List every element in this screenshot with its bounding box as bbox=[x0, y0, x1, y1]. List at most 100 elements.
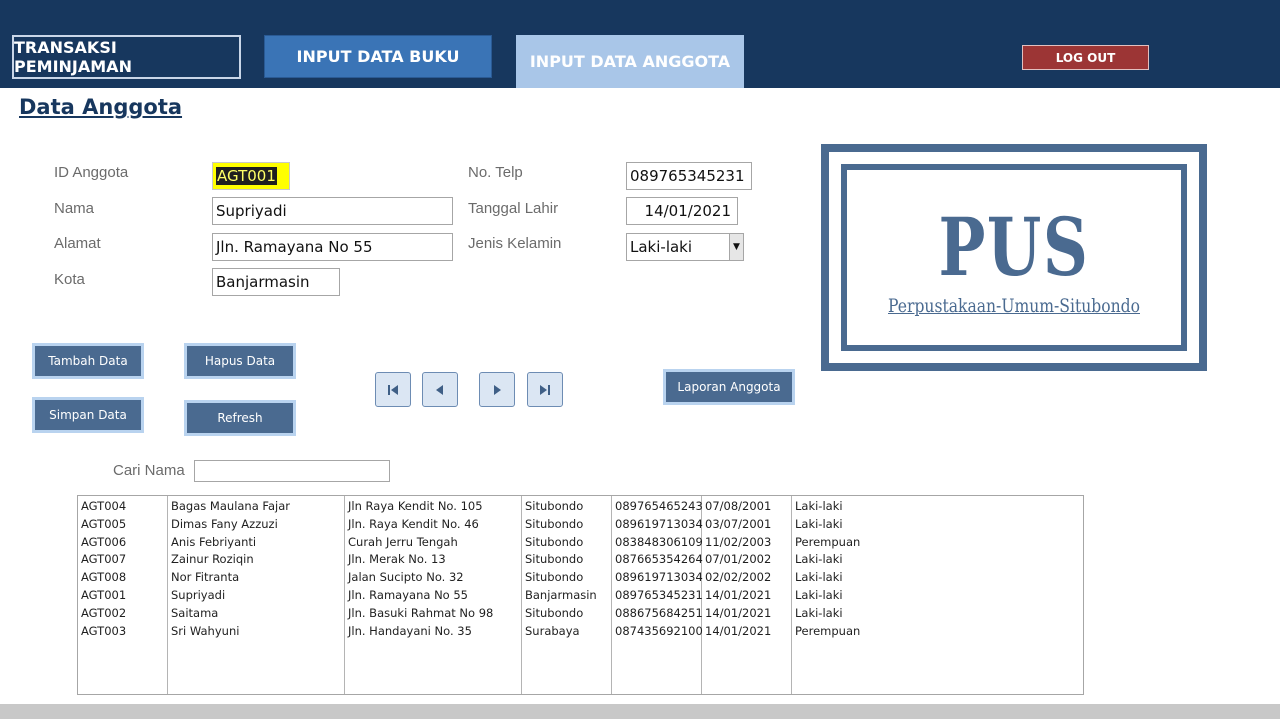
tab-input-data-anggota[interactable]: INPUT DATA ANGGOTA bbox=[516, 35, 744, 88]
page-title: Data Anggota bbox=[19, 95, 183, 119]
hapus-data-button[interactable]: Hapus Data bbox=[187, 346, 293, 376]
list-cell-telp: 089619713034 bbox=[615, 570, 703, 585]
list-cell-id: AGT006 bbox=[81, 534, 127, 549]
logout-button[interactable]: LOG OUT bbox=[1022, 45, 1149, 70]
no-telp-field[interactable]: 089765345231 bbox=[626, 162, 752, 190]
nama-field[interactable]: Supriyadi bbox=[212, 197, 453, 225]
kota-label: Kota bbox=[54, 271, 85, 288]
list-cell-lahir: 03/07/2001 bbox=[705, 516, 772, 531]
list-cell-telp: 089765465243 bbox=[615, 499, 703, 513]
list-cell-telp: 088675684251 bbox=[615, 605, 703, 620]
tab-transaksi-peminjaman[interactable]: TRANSAKSI PEMINJAMAN bbox=[12, 35, 241, 79]
list-cell-kota: Situbondo bbox=[525, 499, 584, 513]
list-cell-nama: Supriyadi bbox=[171, 588, 226, 602]
simpan-data-button[interactable]: Simpan Data bbox=[35, 400, 141, 430]
library-logo-frame: PUS Perpustakaan-Umum-Situbondo bbox=[841, 164, 1187, 351]
dropdown-arrow-icon[interactable]: ▼ bbox=[729, 234, 743, 260]
list-cell-kota: Surabaya bbox=[525, 623, 580, 638]
previous-record-icon bbox=[436, 384, 443, 395]
tambah-data-button[interactable]: Tambah Data bbox=[35, 346, 141, 376]
list-cell-lahir: 07/01/2002 bbox=[705, 552, 772, 567]
list-cell-kelamin: Laki-laki bbox=[795, 552, 843, 567]
list-cell-alamat: Jln. Handayani No. 35 bbox=[348, 623, 472, 638]
list-item[interactable]: AGT002 Saitama Jln. Basuki Rahmat No 98 Sit… bbox=[78, 604, 1083, 622]
list-cell-alamat: Jln Raya Kendit No. 105 bbox=[348, 499, 483, 513]
list-cell-kota: Situbondo bbox=[525, 605, 584, 620]
jenis-kelamin-combo[interactable]: Laki-laki ▼ bbox=[626, 233, 744, 261]
list-item[interactable]: AGT003 Sri Wahyuni Jln. Handayani No. 35 Su… bbox=[78, 622, 1083, 640]
list-cell-id: AGT004 bbox=[81, 499, 127, 513]
list-cell-telp: 087665354264 bbox=[615, 552, 703, 567]
next-record-icon bbox=[494, 384, 501, 395]
list-cell-lahir: 14/01/2021 bbox=[705, 605, 772, 620]
laporan-anggota-button[interactable]: Laporan Anggota bbox=[666, 372, 792, 402]
list-cell-telp: 089765345231 bbox=[615, 588, 703, 602]
list-cell-telp: 089619713034 bbox=[615, 516, 703, 531]
alamat-field[interactable]: Jln. Ramayana No 55 bbox=[212, 233, 453, 261]
list-cell-telp: 083848306109 bbox=[615, 534, 703, 549]
member-list[interactable]: AGT004 Bagas Maulana Fajar Jln Raya Kendit… bbox=[77, 495, 1084, 695]
list-cell-id: AGT005 bbox=[81, 516, 127, 531]
id-anggota-field[interactable]: AGT001 bbox=[212, 162, 290, 190]
list-cell-kota: Situbondo bbox=[525, 552, 584, 567]
cari-nama-input[interactable] bbox=[194, 460, 390, 482]
id-anggota-label: ID Anggota bbox=[54, 164, 129, 181]
list-item[interactable]: AGT007 Zainur Roziqin Jln. Merak No. 13 Sit… bbox=[78, 550, 1083, 568]
tanggal-lahir-field[interactable]: 14/01/2021 bbox=[626, 197, 738, 225]
list-cell-alamat: Jln. Merak No. 13 bbox=[348, 552, 446, 567]
list-cell-kelamin: Laki-laki bbox=[795, 588, 843, 602]
list-cell-id: AGT002 bbox=[81, 605, 127, 620]
list-cell-alamat: Jln. Basuki Rahmat No 98 bbox=[348, 605, 494, 620]
list-cell-lahir: 07/08/2001 bbox=[705, 499, 772, 513]
tanggal-lahir-label: Tanggal Lahir bbox=[468, 200, 559, 217]
refresh-button[interactable]: Refresh bbox=[187, 403, 293, 433]
next-record-button[interactable] bbox=[479, 372, 515, 407]
first-record-button[interactable] bbox=[375, 372, 411, 407]
list-cell-id: AGT008 bbox=[81, 570, 127, 585]
list-cell-lahir: 02/02/2002 bbox=[705, 570, 772, 585]
list-cell-id: AGT001 bbox=[81, 588, 127, 602]
list-cell-telp: 087435692100 bbox=[615, 623, 703, 638]
library-logo-title: PUS bbox=[938, 200, 1090, 294]
tab-input-data-buku[interactable]: INPUT DATA BUKU bbox=[264, 35, 492, 78]
list-cell-alamat: Jln. Ramayana No 55 bbox=[348, 588, 468, 602]
list-cell-kota: Situbondo bbox=[525, 516, 584, 531]
library-logo-subtitle: Perpustakaan-Umum-Situbondo bbox=[888, 295, 1140, 317]
list-item[interactable]: AGT006 Anis Febriyanti Curah Jerru Tengah S… bbox=[78, 533, 1083, 551]
list-cell-lahir: 11/02/2003 bbox=[705, 534, 772, 549]
list-cell-kelamin: Laki-laki bbox=[795, 570, 843, 585]
list-cell-nama: Dimas Fany Azzuzi bbox=[171, 516, 278, 531]
list-cell-nama: Bagas Maulana Fajar bbox=[171, 499, 290, 513]
cari-nama-label: Cari Nama bbox=[113, 462, 185, 479]
list-cell-alamat: Jln. Raya Kendit No. 46 bbox=[348, 516, 479, 531]
kota-field[interactable]: Banjarmasin bbox=[212, 268, 340, 296]
library-logo: PUS Perpustakaan-Umum-Situbondo bbox=[821, 144, 1207, 371]
list-cell-kelamin: Perempuan bbox=[795, 623, 861, 638]
first-record-icon bbox=[388, 384, 398, 395]
list-item[interactable]: AGT001 Supriyadi Jln. Ramayana No 55 Banjar… bbox=[78, 586, 1083, 604]
list-cell-alamat: Curah Jerru Tengah bbox=[348, 534, 458, 549]
last-record-button[interactable] bbox=[527, 372, 563, 407]
list-item[interactable]: AGT004 Bagas Maulana Fajar Jln Raya Kendit… bbox=[78, 497, 1083, 515]
jenis-kelamin-label: Jenis Kelamin bbox=[468, 235, 562, 252]
list-cell-alamat: Jalan Sucipto No. 32 bbox=[348, 570, 464, 585]
list-cell-nama: Zainur Roziqin bbox=[171, 552, 254, 567]
list-item[interactable]: AGT005 Dimas Fany Azzuzi Jln. Raya Kendit … bbox=[78, 515, 1083, 533]
no-telp-label: No. Telp bbox=[468, 164, 523, 181]
list-cell-kelamin: Perempuan bbox=[795, 534, 861, 549]
bottom-status-strip bbox=[0, 704, 1280, 719]
list-item[interactable]: AGT008 Nor Fitranta Jalan Sucipto No. 32 Si… bbox=[78, 568, 1083, 586]
previous-record-button[interactable] bbox=[422, 372, 458, 407]
jenis-kelamin-value: Laki-laki bbox=[630, 238, 693, 256]
list-cell-id: AGT003 bbox=[81, 623, 127, 638]
list-cell-nama: Nor Fitranta bbox=[171, 570, 240, 585]
list-cell-nama: Anis Febriyanti bbox=[171, 534, 257, 549]
list-cell-kota: Banjarmasin bbox=[525, 588, 597, 602]
list-cell-kota: Situbondo bbox=[525, 570, 584, 585]
alamat-label: Alamat bbox=[54, 235, 101, 252]
list-cell-lahir: 14/01/2021 bbox=[705, 588, 772, 602]
list-cell-kelamin: Laki-laki bbox=[795, 516, 843, 531]
list-cell-kota: Situbondo bbox=[525, 534, 584, 549]
id-anggota-value: AGT001 bbox=[216, 167, 277, 185]
list-cell-nama: Sri Wahyuni bbox=[171, 623, 240, 638]
